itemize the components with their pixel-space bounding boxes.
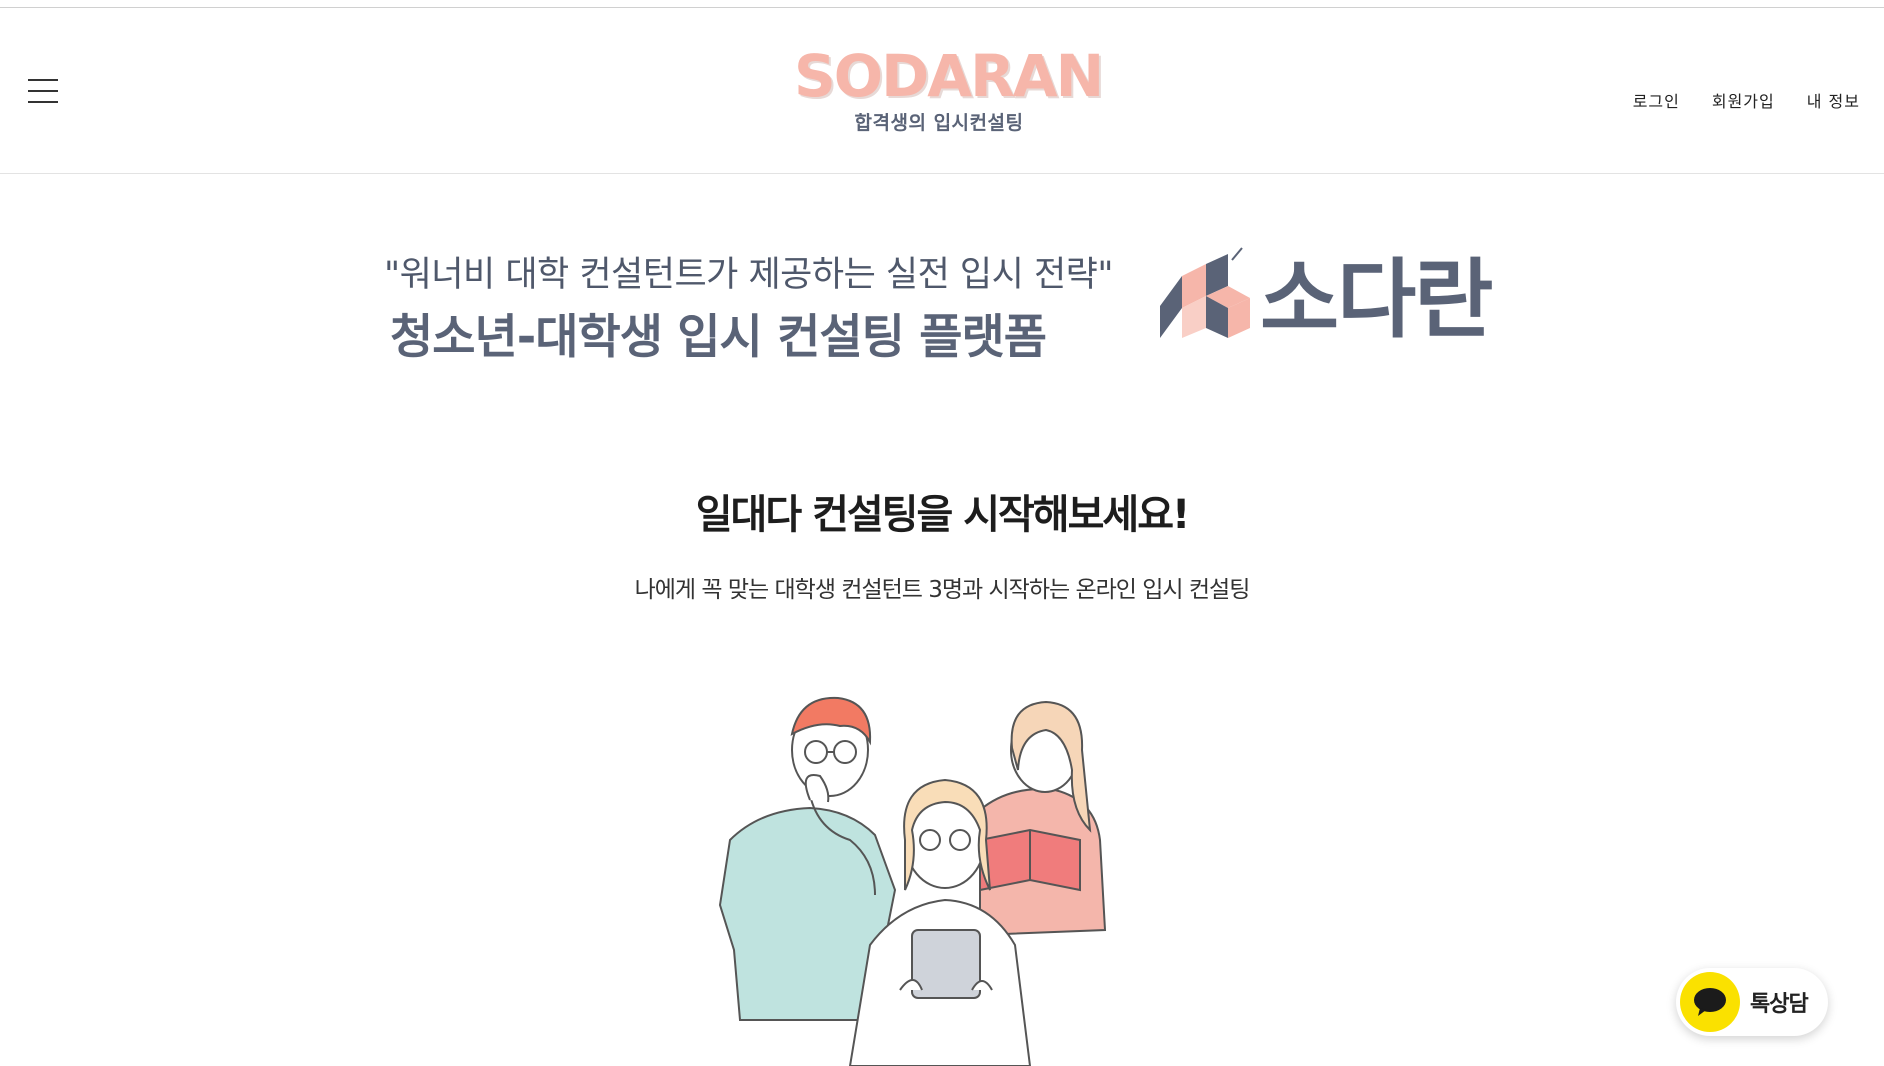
site-logo[interactable]: SODARAN 합격생의 입시컨설팅	[794, 42, 1104, 136]
site-header: SODARAN 합격생의 입시컨설팅 로그인 회원가입 내 정보	[0, 8, 1884, 174]
logo-tagline: 합격생의 입시컨설팅	[854, 112, 1024, 134]
logo-wordmark: SODARAN	[794, 42, 1104, 110]
cta-heading: 일대다 컨설팅을 시작해보세요!	[695, 492, 1191, 538]
brand-cube-logo-icon	[1160, 247, 1250, 338]
hamburger-menu-icon[interactable]	[28, 79, 58, 105]
signup-link[interactable]: 회원가입	[1712, 88, 1775, 112]
kakao-chat-label: 톡상담	[1750, 992, 1809, 1017]
cta-subheading: 나에게 꼭 맞는 대학생 컨설턴트 3명과 시작하는 온라인 입시 컨설팅	[634, 577, 1251, 603]
three-students-illustration	[718, 696, 1107, 1066]
hero-quote: "워너비 대학 컨설턴트가 제공하는 실전 입시 전략"	[384, 255, 1113, 295]
top-border	[0, 0, 1884, 8]
my-info-link[interactable]: 내 정보	[1807, 88, 1860, 112]
hero-banner: "워너비 대학 컨설턴트가 제공하는 실전 입시 전략" 청소년-대학생 입시 …	[380, 240, 1500, 370]
kakao-chat-button[interactable]: 톡상담	[1676, 968, 1828, 1036]
hero-title: 청소년-대학생 입시 컨설팅 플랫폼	[390, 310, 1047, 365]
login-link[interactable]: 로그인	[1633, 88, 1680, 112]
kakao-speech-bubble-icon	[1680, 972, 1740, 1032]
brand-name: 소다란	[1260, 250, 1493, 350]
auth-nav: 로그인 회원가입 내 정보	[1633, 88, 1860, 112]
